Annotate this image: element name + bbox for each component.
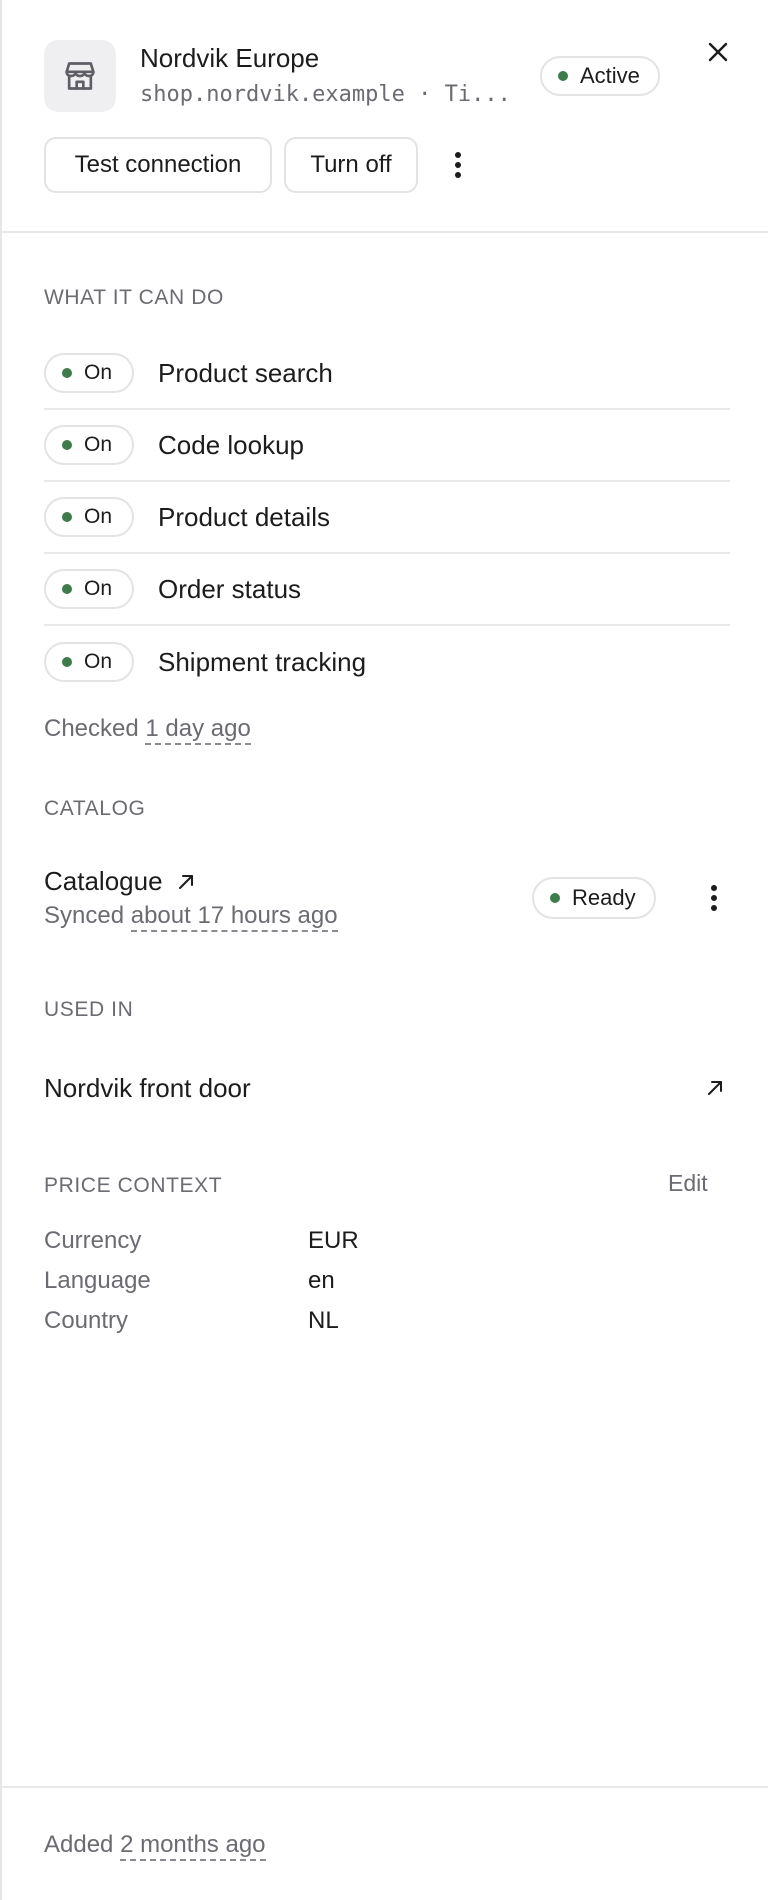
- catalog-heading: Catalog: [44, 797, 146, 820]
- status-label: Active: [580, 63, 640, 88]
- more-vertical-icon: [455, 152, 461, 178]
- capability-label: Product search: [158, 357, 333, 388]
- capability-label: Code lookup: [158, 429, 304, 460]
- country-value: NL: [308, 1307, 339, 1334]
- capability-row: On Code lookup: [44, 410, 730, 482]
- toggle-label: On: [84, 505, 113, 528]
- toggle-label: On: [84, 361, 113, 384]
- country-key: Country: [44, 1307, 129, 1334]
- status-badge: Active: [540, 56, 660, 96]
- capability-toggle[interactable]: On: [44, 497, 134, 537]
- panel-header: Nordvik Europe shop.nordvik.example · Ti…: [2, 0, 768, 233]
- connection-title: Nordvik Europe: [140, 43, 320, 73]
- storefront-icon: [44, 40, 116, 112]
- catalog-status-label: Ready: [572, 885, 636, 910]
- ready-dot-icon: [550, 893, 560, 903]
- toggle-label: On: [84, 577, 113, 600]
- more-vertical-icon: [711, 885, 717, 911]
- connection-detail-panel: Nordvik Europe shop.nordvik.example · Ti…: [0, 0, 768, 1900]
- external-link-icon: [708, 1081, 722, 1095]
- on-dot-icon: [62, 440, 72, 450]
- synced-time: about 17 hours ago: [130, 902, 338, 932]
- capability-toggle[interactable]: On: [44, 425, 134, 465]
- currency-value: EUR: [308, 1227, 359, 1254]
- more-actions-button[interactable]: [446, 145, 470, 185]
- on-dot-icon: [62, 512, 72, 522]
- close-icon: [708, 42, 728, 62]
- currency-key: Currency: [44, 1227, 142, 1254]
- capability-row: On Product search: [44, 338, 730, 410]
- status-dot-icon: [558, 71, 568, 81]
- checked-time: 1 day ago: [145, 715, 251, 745]
- used-in-label: Nordvik front door: [44, 1072, 251, 1103]
- capability-row: On Product details: [44, 482, 730, 554]
- capability-label: Shipment tracking: [158, 646, 367, 677]
- toggle-label: On: [84, 433, 113, 456]
- turn-off-button[interactable]: Turn off: [284, 137, 418, 193]
- checked-status: Checked 1 day ago: [44, 715, 251, 745]
- capability-row: On Shipment tracking: [44, 626, 730, 698]
- added-status: Added 2 months ago: [44, 1831, 266, 1861]
- capability-label: Product details: [158, 501, 330, 532]
- synced-prefix: Synced: [44, 902, 125, 929]
- capabilities-heading: What it can do: [44, 286, 224, 309]
- toggle-label: On: [84, 650, 113, 673]
- used-in-item[interactable]: Nordvik front door: [44, 1064, 730, 1112]
- capability-toggle[interactable]: On: [44, 569, 134, 609]
- capability-toggle[interactable]: On: [44, 353, 134, 393]
- connection-subtitle: shop.nordvik.example · Ti...: [140, 82, 511, 107]
- on-dot-icon: [62, 584, 72, 594]
- close-button[interactable]: [702, 36, 734, 68]
- price-context-heading: Price context: [44, 1174, 223, 1197]
- catalog-synced: Synced about 17 hours ago: [44, 902, 338, 932]
- catalog-link[interactable]: Catalogue: [44, 866, 195, 897]
- capability-row: On Order status: [44, 554, 730, 626]
- panel-footer: Added 2 months ago: [2, 1786, 768, 1900]
- catalog-name: Catalogue: [44, 866, 163, 896]
- catalog-status-badge: Ready: [532, 877, 656, 919]
- edit-price-context-button[interactable]: Edit: [668, 1170, 708, 1197]
- external-link-icon: [178, 874, 193, 889]
- on-dot-icon: [62, 368, 72, 378]
- added-prefix: Added: [44, 1831, 114, 1858]
- used-in-heading: Used in: [44, 998, 134, 1021]
- capability-label: Order status: [158, 573, 302, 604]
- on-dot-icon: [62, 657, 72, 667]
- capability-toggle[interactable]: On: [44, 642, 134, 682]
- test-connection-button[interactable]: Test connection: [44, 137, 272, 193]
- catalog-more-button[interactable]: [702, 878, 726, 918]
- language-value: en: [308, 1267, 335, 1294]
- checked-prefix: Checked: [44, 715, 139, 742]
- language-key: Language: [44, 1267, 151, 1294]
- added-time: 2 months ago: [120, 1831, 266, 1861]
